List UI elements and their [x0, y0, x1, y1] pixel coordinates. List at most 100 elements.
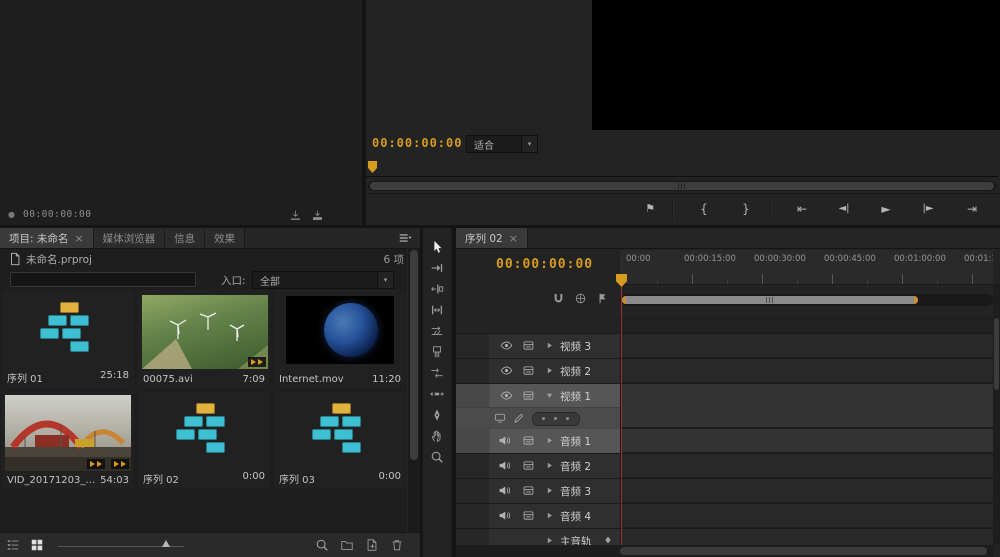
track-lane-audio-4[interactable]	[622, 504, 993, 528]
search-input[interactable]	[10, 272, 196, 287]
add-marker-button[interactable]: ⚑	[634, 199, 666, 219]
sync-lock-icon[interactable]	[522, 459, 535, 472]
timeline-empty-lane[interactable]	[622, 316, 993, 333]
timeline-zoom-scrollbar[interactable]	[620, 294, 993, 306]
time-ruler[interactable]: 00:00 00:00:15:00 00:00:30:00 00:00:45:0…	[620, 250, 993, 285]
timeline-timecode[interactable]: 00:00:00:00	[496, 257, 593, 272]
tool-pen[interactable]	[429, 408, 445, 422]
icon-view-icon[interactable]	[30, 538, 44, 552]
find-icon[interactable]	[315, 538, 329, 552]
toggle-track-mute-icon[interactable]	[498, 459, 511, 472]
tool-zoom[interactable]	[429, 450, 445, 464]
tool-razor[interactable]	[429, 345, 445, 359]
tool-track-select[interactable]	[429, 261, 445, 275]
step-back-button[interactable]: ◄|	[828, 199, 860, 219]
sync-lock-icon[interactable]	[522, 339, 535, 352]
collapse-track-icon[interactable]	[544, 390, 555, 401]
set-display-style-icon[interactable]	[494, 412, 506, 424]
sync-lock-icon[interactable]	[522, 364, 535, 377]
sync-lock-icon[interactable]	[522, 484, 535, 497]
tool-slip[interactable]	[429, 366, 445, 380]
overwrite-icon[interactable]	[311, 209, 324, 222]
project-scrollbar[interactable]	[407, 248, 420, 533]
project-item-internet-mov[interactable]: Internet.mov 11:20	[274, 290, 406, 388]
track-lane-audio-2[interactable]	[622, 454, 993, 478]
toggle-track-output-icon[interactable]	[500, 339, 513, 352]
collapse-track-icon[interactable]	[544, 510, 555, 521]
collapse-track-icon[interactable]	[544, 535, 555, 545]
track-header-video-3[interactable]: 视频 3	[456, 334, 620, 358]
program-timecode[interactable]: 00:00:00:00	[372, 136, 462, 150]
track-lane-audio-1[interactable]	[622, 429, 993, 453]
track-lane-master[interactable]	[622, 529, 993, 545]
close-icon[interactable]: ×	[74, 233, 83, 244]
tool-selection[interactable]	[429, 240, 445, 254]
thumbnail-zoom-slider[interactable]	[58, 540, 184, 547]
track-lane-video-3[interactable]	[622, 334, 993, 358]
scrollbar-handle[interactable]	[620, 547, 987, 555]
tool-slide[interactable]	[429, 387, 445, 401]
play-button[interactable]: ►	[870, 199, 902, 219]
tool-hand[interactable]	[429, 429, 445, 443]
slider-handle[interactable]	[162, 540, 170, 547]
tab-effects[interactable]: 效果	[205, 228, 246, 248]
set-marker-icon[interactable]	[596, 292, 609, 305]
tool-rolling-edit[interactable]	[429, 303, 445, 317]
delete-icon[interactable]	[390, 538, 404, 552]
collapse-track-icon[interactable]	[544, 485, 555, 496]
new-bin-icon[interactable]	[340, 538, 354, 552]
track-lane-video-2[interactable]	[622, 359, 993, 383]
panel-menu-icon[interactable]	[398, 231, 412, 245]
scrollbar-handle[interactable]	[622, 296, 918, 304]
show-keyframes-icon[interactable]	[513, 412, 525, 424]
toggle-track-mute-icon[interactable]	[498, 509, 511, 522]
collapse-track-icon[interactable]	[544, 365, 555, 376]
tab-info[interactable]: 信息	[165, 228, 206, 248]
collapse-track-icon[interactable]	[544, 460, 555, 471]
mark-in-button[interactable]: {	[688, 199, 720, 219]
collapse-track-icon[interactable]	[544, 435, 555, 446]
track-name[interactable]: 视频 2	[560, 364, 591, 379]
track-name[interactable]: 音频 3	[560, 484, 591, 499]
track-header-master[interactable]: 主音轨	[456, 529, 620, 545]
program-scrub-bar[interactable]	[366, 158, 998, 177]
scrollbar-handle[interactable]	[370, 182, 994, 190]
track-header-audio-3[interactable]: 音频 3	[456, 479, 620, 503]
keyframe-nav[interactable]	[532, 412, 580, 426]
tool-rate-stretch[interactable]	[429, 324, 445, 338]
toggle-track-output-icon[interactable]	[500, 364, 513, 377]
snap-icon[interactable]	[552, 292, 565, 305]
tab-media-browser[interactable]: 媒体浏览器	[93, 228, 166, 248]
timeline-horizontal-scrollbar[interactable]	[456, 545, 993, 557]
project-item-vid-20171203[interactable]: VID_20171203_112... 54:03	[2, 391, 134, 489]
encore-chapter-marker-icon[interactable]	[574, 292, 587, 305]
playhead[interactable]	[616, 274, 627, 287]
list-view-icon[interactable]	[6, 538, 20, 552]
timeline-vertical-scrollbar[interactable]	[993, 284, 1000, 545]
scrollbar-handle[interactable]	[410, 250, 418, 460]
project-item-00075-avi[interactable]: 00075.avi 7:09	[138, 290, 270, 388]
tool-ripple-edit[interactable]	[429, 282, 445, 296]
insert-icon[interactable]	[289, 209, 302, 222]
project-item-sequence-03[interactable]: 序列 03 0:00	[274, 391, 406, 489]
project-item-sequence-02[interactable]: 序列 02 0:00	[138, 391, 270, 489]
sync-lock-icon[interactable]	[522, 509, 535, 522]
project-item-sequence-01[interactable]: 序列 01 25:18	[2, 290, 134, 388]
track-name[interactable]: 音频 1	[560, 434, 591, 449]
go-to-out-button[interactable]: ⇥	[956, 199, 988, 219]
step-forward-button[interactable]: |►	[912, 199, 944, 219]
filter-select[interactable]: 全部 ▾	[252, 271, 394, 289]
track-name[interactable]: 视频 3	[560, 339, 591, 354]
new-item-icon[interactable]	[365, 538, 379, 552]
track-lane-video-1[interactable]	[622, 384, 993, 428]
track-header-audio-2[interactable]: 音频 2	[456, 454, 620, 478]
scrollbar-handle[interactable]	[994, 318, 999, 390]
tab-project[interactable]: 项目: 未命名 ×	[0, 228, 94, 248]
program-playhead[interactable]	[368, 161, 377, 173]
track-header-audio-1[interactable]: 音频 1	[456, 429, 620, 453]
track-header-video-1[interactable]: 视频 1	[456, 384, 620, 429]
program-zoom-scrollbar[interactable]	[368, 181, 996, 191]
collapse-track-icon[interactable]	[544, 340, 555, 351]
track-name[interactable]: 音频 4	[560, 509, 591, 524]
track-header-audio-4[interactable]: 音频 4	[456, 504, 620, 528]
